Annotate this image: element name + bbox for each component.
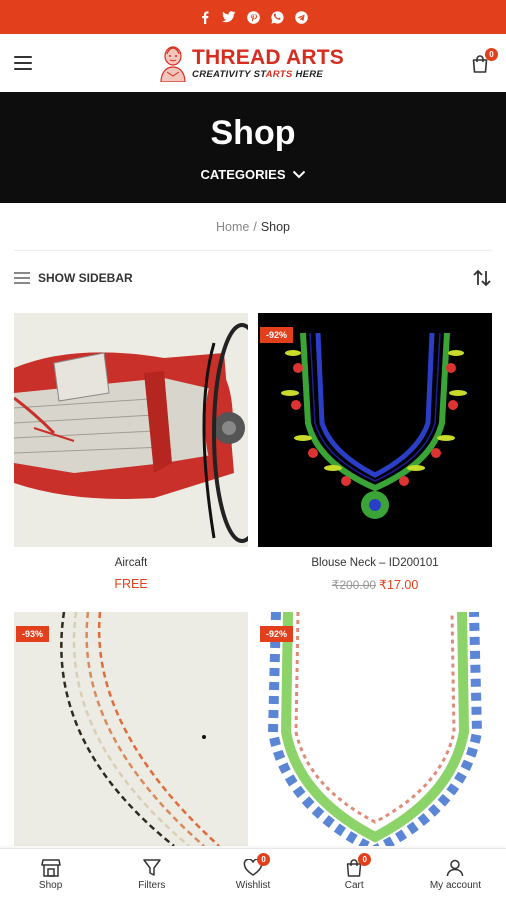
product-card[interactable]: -93% bbox=[14, 612, 248, 846]
filter-icon bbox=[143, 858, 161, 876]
sale-badge: -93% bbox=[16, 626, 50, 642]
product-card[interactable]: Aircaft FREE bbox=[14, 313, 248, 592]
bottom-navigation: Shop Filters 0 Wishlist 0 Cart My accoun… bbox=[0, 848, 506, 900]
user-icon bbox=[447, 859, 464, 876]
logo-title: THREAD ARTS bbox=[192, 45, 344, 69]
chevron-down-icon bbox=[292, 170, 305, 178]
store-icon bbox=[40, 858, 61, 877]
product-image-aircraft[interactable] bbox=[14, 313, 248, 547]
product-card[interactable]: -92% bbox=[258, 612, 492, 846]
product-image-blouse-neck[interactable]: -92% bbox=[258, 313, 492, 547]
shop-toolbar: SHOW SIDEBAR bbox=[0, 251, 506, 305]
sale-price: ₹17.00 bbox=[379, 578, 419, 592]
twitter-icon[interactable] bbox=[222, 10, 236, 24]
old-price: ₹200.00 bbox=[331, 578, 377, 592]
product-card[interactable]: -92% Blouse Neck – ID200101 ₹200.00 ₹17.0… bbox=[258, 313, 492, 592]
product-price: ₹200.00 ₹17.00 bbox=[258, 577, 492, 592]
sale-badge: -92% bbox=[260, 626, 294, 642]
header-cart-button[interactable]: 0 bbox=[470, 48, 498, 74]
wishlist-count: 0 bbox=[257, 853, 271, 866]
product-image-floral-neck[interactable]: -92% bbox=[258, 612, 492, 846]
nav-wishlist[interactable]: 0 Wishlist bbox=[202, 849, 303, 900]
nav-cart-label: Cart bbox=[344, 879, 364, 891]
show-sidebar-button[interactable]: SHOW SIDEBAR bbox=[14, 271, 133, 285]
nav-wishlist-label: Wishlist bbox=[235, 879, 271, 891]
nav-shop-label: Shop bbox=[38, 879, 63, 891]
nav-shop[interactable]: Shop bbox=[0, 849, 101, 900]
whatsapp-icon[interactable] bbox=[270, 10, 284, 24]
nav-account-label: My account bbox=[429, 879, 481, 891]
breadcrumb-home-link[interactable]: Home bbox=[216, 220, 249, 234]
pinterest-icon[interactable] bbox=[246, 10, 260, 24]
site-logo[interactable]: THREAD ARTS CREATIVITY STARTS HERE bbox=[158, 44, 344, 82]
sale-badge: -92% bbox=[260, 327, 294, 343]
sidebar-lines-icon bbox=[14, 272, 30, 284]
product-grid: Aircaft FREE -92% Blouse Neck – ID200101… bbox=[0, 313, 506, 846]
site-header: THREAD ARTS CREATIVITY STARTS HERE 0 bbox=[0, 34, 506, 92]
sort-icon[interactable] bbox=[472, 269, 492, 287]
logo-portrait-icon bbox=[160, 46, 186, 82]
nav-filters-label: Filters bbox=[138, 879, 166, 891]
nav-account[interactable]: My account bbox=[405, 849, 506, 900]
product-name[interactable]: Aircaft bbox=[14, 557, 248, 569]
nav-cart[interactable]: 0 Cart bbox=[304, 849, 405, 900]
show-sidebar-label: SHOW SIDEBAR bbox=[38, 271, 133, 285]
facebook-icon[interactable] bbox=[198, 10, 212, 24]
categories-label: CATEGORIES bbox=[200, 166, 286, 182]
social-bar bbox=[0, 0, 506, 34]
header-cart-count: 0 bbox=[484, 48, 498, 61]
menu-icon[interactable] bbox=[14, 56, 32, 70]
breadcrumb-current: Shop bbox=[260, 219, 291, 234]
breadcrumb: Home / Shop bbox=[14, 203, 492, 251]
product-image-bead-border[interactable]: -93% bbox=[14, 612, 248, 846]
categories-dropdown[interactable]: CATEGORIES bbox=[201, 167, 306, 182]
breadcrumb-separator: / bbox=[253, 219, 257, 234]
telegram-icon[interactable] bbox=[294, 10, 308, 24]
product-name[interactable]: Blouse Neck – ID200101 bbox=[258, 557, 492, 569]
page-hero: Shop CATEGORIES bbox=[0, 92, 506, 203]
logo-tagline: CREATIVITY STARTS HERE bbox=[192, 68, 324, 80]
nav-filters[interactable]: Filters bbox=[101, 849, 202, 900]
page-title: Shop bbox=[210, 113, 296, 152]
product-price: FREE bbox=[114, 577, 148, 591]
cart-count: 0 bbox=[358, 853, 372, 866]
